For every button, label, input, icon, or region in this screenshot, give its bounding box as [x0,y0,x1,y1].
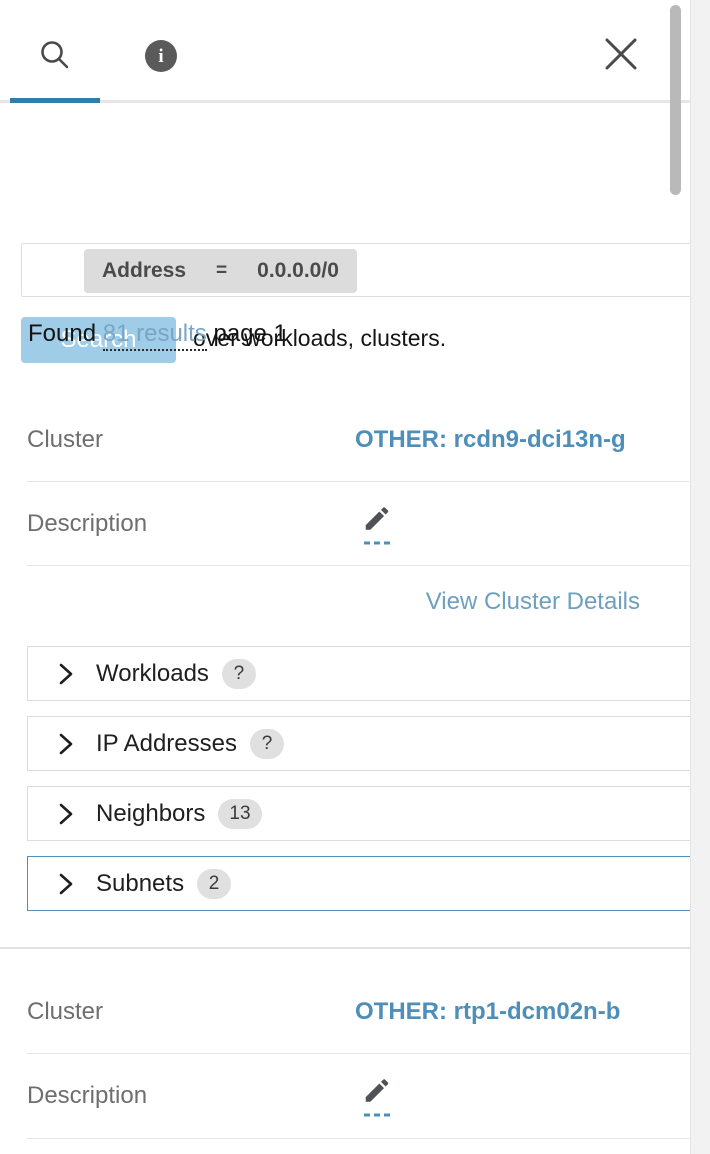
chevron-right-icon [56,871,76,897]
chevron-right-icon [56,731,76,757]
accordion-count-badge: ? [249,728,284,759]
edit-underline [364,1113,390,1117]
accordion-label: Subnets [96,869,185,897]
cluster-row: Cluster OTHER: rtp1-dcm02n-b [27,970,690,1054]
accordion-count-badge: 13 [218,798,262,829]
tab-underline-track [0,100,690,103]
edit-underline [364,541,390,544]
description-row: Description [27,482,690,566]
vertical-scrollbar[interactable] [670,0,696,1154]
cluster-link[interactable]: OTHER: rcdn9-dci13n-g [355,426,626,454]
search-input[interactable]: Address = 0.0.0.0/0 [21,243,690,297]
description-edit-button[interactable] [357,1076,397,1117]
accordion-label: Neighbors [96,799,206,827]
accordion-neighbors[interactable]: Neighbors 13 [27,786,690,841]
results-summary-prefix: Found [28,320,97,347]
search-results-panel: i Address = 0.0.0.0/0 Search over worklo… [0,0,710,1154]
description-label: Description [27,1082,148,1109]
result-separator [0,947,690,949]
chevron-right-icon [56,801,76,827]
description-row: Description [27,1054,690,1138]
chip-key: Address [102,259,187,282]
close-icon [601,34,641,79]
panel-viewport: i Address = 0.0.0.0/0 Search over worklo… [0,0,690,1154]
tab-info[interactable]: i [116,30,206,82]
result-item: Cluster OTHER: rtp1-dcm02n-b Description [0,970,690,1138]
scrollbar-thumb[interactable] [670,5,681,195]
chip-operator: = [216,260,228,281]
tab-search[interactable] [10,30,100,82]
cluster-row: Cluster OTHER: rcdn9-dci13n-g [27,398,690,482]
search-filter-chip[interactable]: Address = 0.0.0.0/0 [84,249,357,293]
search-icon [37,38,73,74]
cluster-link[interactable]: OTHER: rtp1-dcm02n-b [355,998,620,1026]
pencil-icon [362,1076,392,1111]
close-button[interactable] [597,32,645,80]
chip-value: 0.0.0.0/0 [257,259,339,282]
accordion-workloads[interactable]: Workloads ? [27,646,690,701]
tab-active-indicator [10,98,100,103]
accordion-label: Workloads [96,659,209,687]
info-icon: i [145,40,177,72]
bottom-divider [27,1138,690,1139]
results-count-link[interactable]: 81 results [102,320,207,351]
accordion-count-badge: ? [221,658,256,689]
cluster-details-row: View Cluster Details [0,566,690,638]
cluster-label: Cluster [27,997,104,1025]
description-label: Description [27,509,148,537]
accordion-label: IP Addresses [96,729,237,757]
accordion-ip-addresses[interactable]: IP Addresses ? [27,716,690,771]
view-cluster-details-link[interactable]: View Cluster Details [426,588,640,616]
accordion-count-badge: 2 [197,868,232,899]
chevron-right-icon [56,661,76,687]
panel-tabbar: i [0,0,690,103]
cluster-label: Cluster [27,425,104,453]
result-item: Cluster OTHER: rcdn9-dci13n-g Descriptio… [0,398,690,926]
results-summary-suffix: page 1 [213,320,287,347]
results-summary: Found 81 results page 1 [28,320,287,351]
pencil-icon [362,503,392,538]
accordion-subnets[interactable]: Subnets 2 [27,856,690,911]
description-edit-button[interactable] [357,503,397,544]
